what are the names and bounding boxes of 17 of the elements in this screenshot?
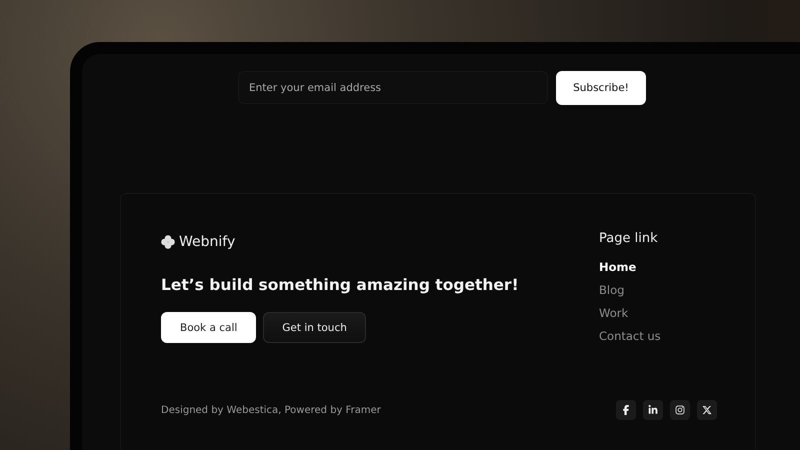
contact-button[interactable]: Get in touch: [263, 312, 366, 343]
credit-text: Designed by Webestica, Powered by Framer: [161, 404, 381, 416]
subscribe-button[interactable]: Subscribe!: [556, 71, 646, 105]
headline: Let’s build something amazing together!: [161, 276, 519, 294]
page-link[interactable]: Contact us: [599, 329, 717, 352]
book-call-button[interactable]: Book a call: [161, 312, 256, 343]
links-heading: Page link: [599, 231, 659, 246]
instagram-icon[interactable]: [670, 400, 690, 420]
page-link[interactable]: Work: [599, 306, 717, 329]
email-field[interactable]: Enter your email address: [238, 71, 548, 104]
facebook-icon[interactable]: [616, 400, 636, 420]
clover-logo-icon: [161, 235, 175, 249]
brand-name: Webnify: [179, 234, 236, 250]
linkedin-icon[interactable]: [643, 400, 663, 420]
page-link[interactable]: Home: [599, 260, 717, 283]
x-icon[interactable]: [697, 400, 717, 420]
page-link[interactable]: Blog: [599, 283, 717, 306]
